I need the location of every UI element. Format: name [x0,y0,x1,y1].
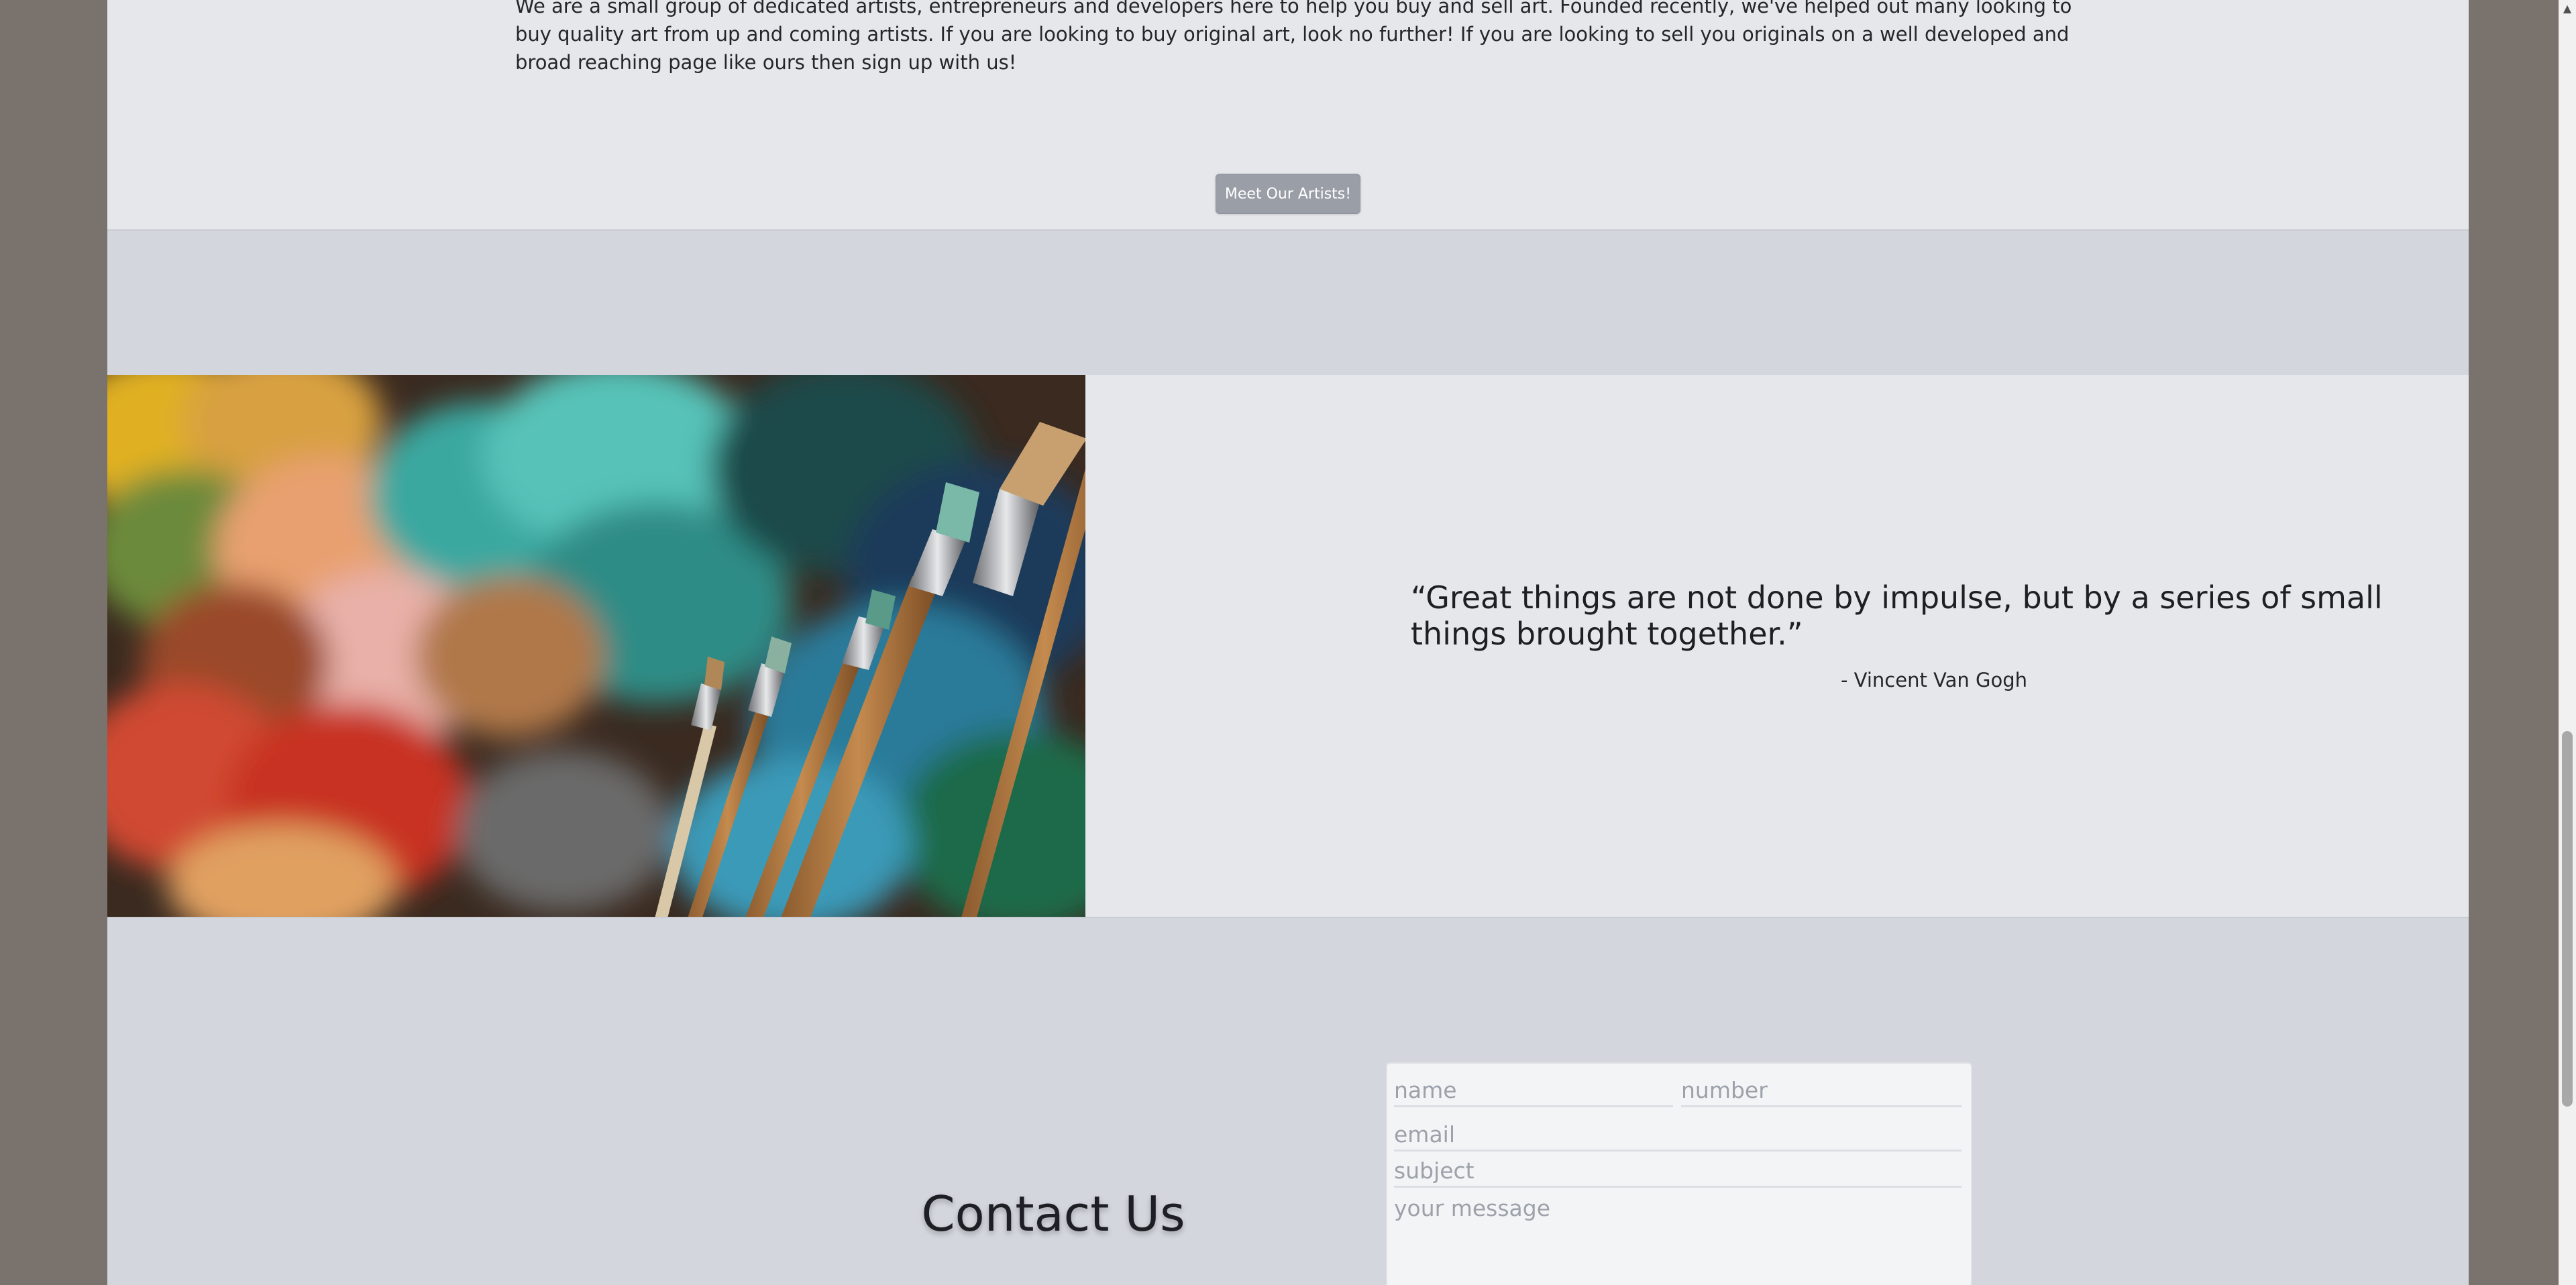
page-container: We are a small group of dedicated artist… [107,0,2469,1285]
meet-our-artists-button[interactable]: Meet Our Artists! [1216,174,1360,214]
scroll-up-arrow-icon[interactable]: ▲ [2559,0,2576,17]
number-field[interactable] [1681,1074,1962,1107]
email-field[interactable] [1394,1119,1962,1152]
contact-form [1386,1062,1972,1285]
section-divider-band [107,231,2469,375]
message-field[interactable] [1394,1195,1962,1282]
name-field[interactable] [1394,1074,1673,1107]
about-section: We are a small group of dedicated artist… [107,0,2469,231]
quote-text: “Great things are not done by impulse, b… [1411,579,2383,652]
paint-palette-brushes-image [107,375,1085,917]
quote-block: “Great things are not done by impulse, b… [1411,579,2457,652]
contact-us-heading: Contact Us [921,1186,1185,1242]
quote-section: “Great things are not done by impulse, b… [107,375,2469,918]
subject-field[interactable] [1394,1155,1962,1188]
vertical-scrollbar[interactable]: ▲ [2559,0,2576,1285]
scrollbar-thumb[interactable] [2562,731,2573,1107]
about-paragraph: We are a small group of dedicated artist… [515,0,2072,74]
quote-author: - Vincent Van Gogh [1840,669,2028,691]
